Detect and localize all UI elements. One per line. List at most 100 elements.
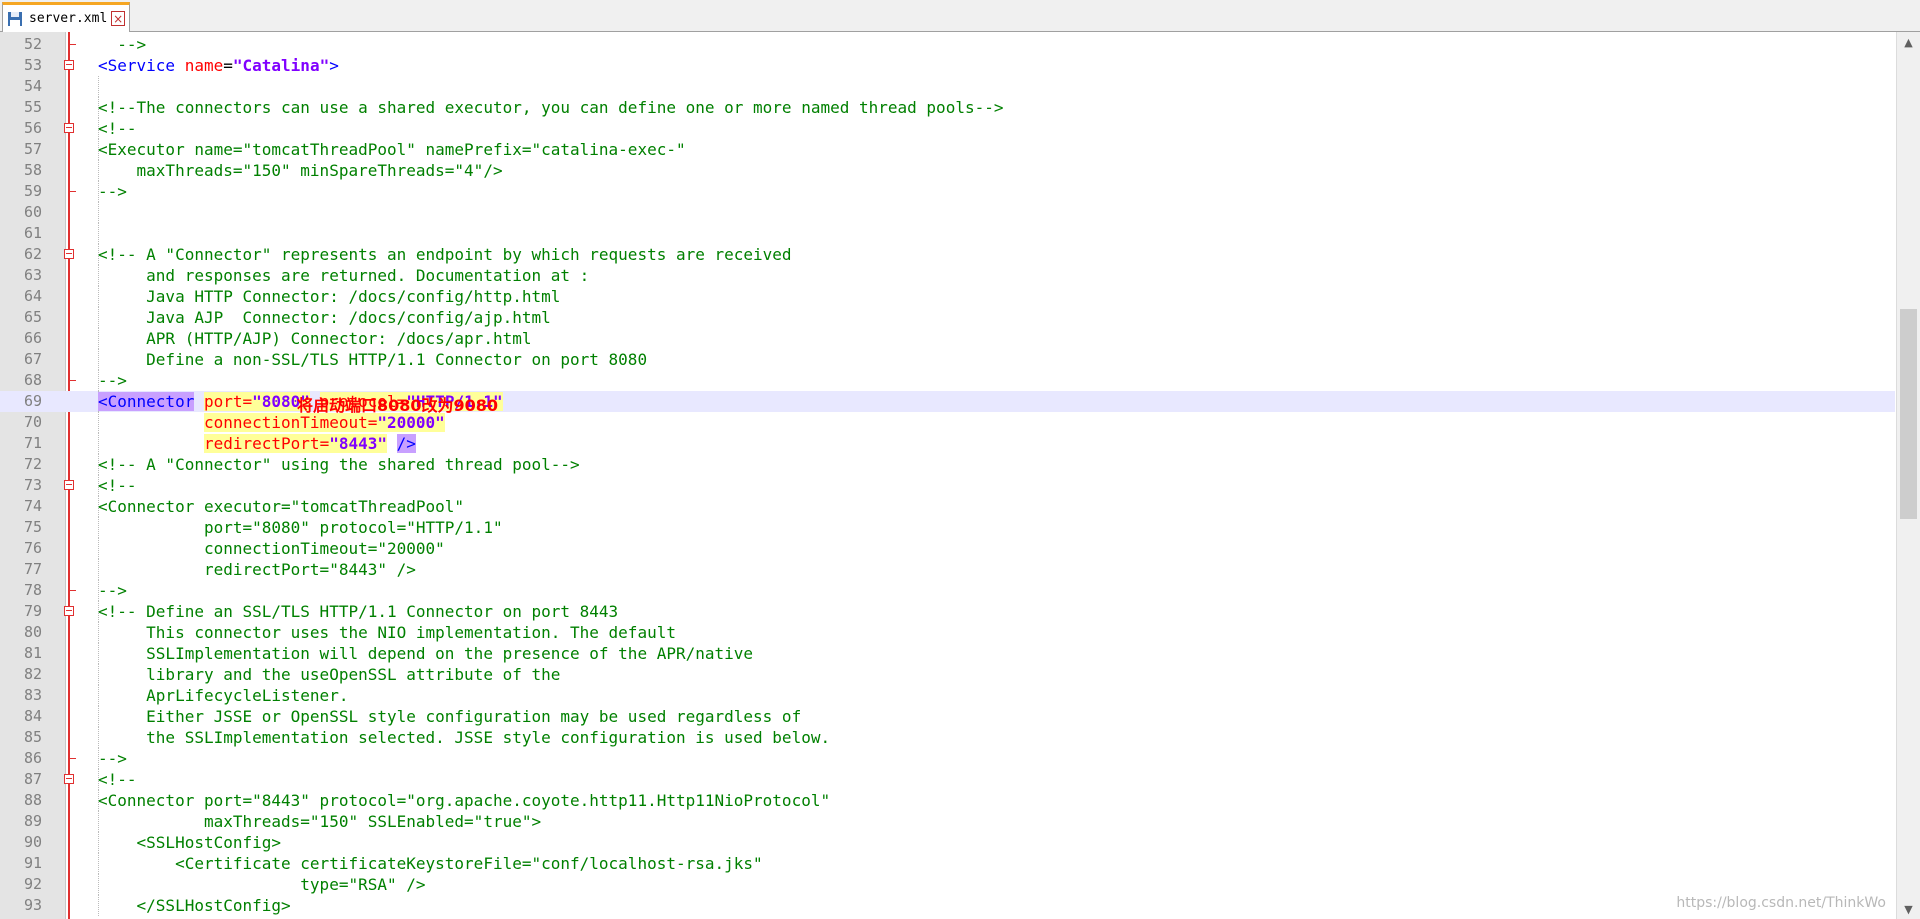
- code-line[interactable]: 63 and responses are returned. Documenta…: [0, 265, 1895, 286]
- code-line[interactable]: 57 <Executor name="tomcatThreadPool" name…: [0, 139, 1895, 160]
- line-number: 79: [23, 602, 42, 620]
- code-line[interactable]: 68 -->: [0, 370, 1895, 391]
- code-line[interactable]: 89 maxThreads="150" SSLEnabled="true">: [0, 811, 1895, 832]
- indent-guide: [98, 223, 100, 244]
- code-line[interactable]: 75 port="8080" protocol="HTTP/1.1": [0, 517, 1895, 538]
- code-line[interactable]: 93 </SSLHostConfig>: [0, 895, 1895, 916]
- tab-server-xml[interactable]: server.xml ×: [2, 2, 130, 32]
- code-line[interactable]: 62 <!-- A "Connector" represents an endpo…: [0, 244, 1895, 265]
- code-line[interactable]: 84 Either JSSE or OpenSSL style configur…: [0, 706, 1895, 727]
- line-number: 61: [23, 224, 42, 242]
- code-text: maxThreads="150" SSLEnabled="true">: [98, 811, 541, 832]
- code-token: Define a non-SSL/TLS HTTP/1.1 Connector …: [98, 350, 648, 369]
- code-line[interactable]: 83 AprLifecycleListener.: [0, 685, 1895, 706]
- line-number: 77: [23, 560, 42, 578]
- code-line[interactable]: 78 -->: [0, 580, 1895, 601]
- code-line[interactable]: 54: [0, 76, 1895, 97]
- code-line[interactable]: 88 <Connector port="8443" protocol="org.a…: [0, 790, 1895, 811]
- code-line[interactable]: 69 <Connector port="8080" protocol="HTTP/…: [0, 391, 1895, 412]
- code-line[interactable]: 74 <Connector executor="tomcatThreadPool": [0, 496, 1895, 517]
- vertical-scrollbar[interactable]: ▲ ▼: [1896, 32, 1920, 919]
- code-token: Either JSSE or OpenSSL style configurati…: [98, 707, 802, 726]
- code-text: <!-- A "Connector" represents an endpoin…: [98, 244, 792, 265]
- code-line[interactable]: 72 <!-- A "Connector" using the shared th…: [0, 454, 1895, 475]
- line-number: 53: [23, 56, 42, 74]
- code-line[interactable]: 52 -->: [0, 34, 1895, 55]
- code-token: </SSLHostConfig>: [98, 896, 291, 915]
- code-text: port="8080" protocol="HTTP/1.1": [98, 517, 503, 538]
- code-token: Java HTTP Connector: /docs/config/http.h…: [98, 287, 561, 306]
- line-number: 80: [23, 623, 42, 641]
- scroll-up-icon[interactable]: ▲: [1897, 32, 1920, 52]
- code-line[interactable]: 67 Define a non-SSL/TLS HTTP/1.1 Connect…: [0, 349, 1895, 370]
- code-lines[interactable]: 52 --> 53 <Service name="Catalina"> 54 55 <!-…: [0, 34, 1895, 916]
- fold-toggle-icon[interactable]: [64, 123, 74, 133]
- code-text: connectionTimeout="20000": [98, 538, 445, 559]
- fold-end-marker: [68, 380, 76, 381]
- code-text: <!--: [98, 118, 137, 139]
- line-number: 66: [23, 329, 42, 347]
- line-number: 90: [23, 833, 42, 851]
- code-text: Either JSSE or OpenSSL style configurati…: [98, 706, 801, 727]
- code-token: APR (HTTP/AJP) Connector: /docs/apr.html: [98, 329, 532, 348]
- code-line[interactable]: 90 <SSLHostConfig>: [0, 832, 1895, 853]
- fold-toggle-icon[interactable]: [64, 774, 74, 784]
- code-line[interactable]: 85 the SSLImplementation selected. JSSE …: [0, 727, 1895, 748]
- fold-toggle-icon[interactable]: [64, 60, 74, 70]
- code-line[interactable]: 77 redirectPort="8443" />: [0, 559, 1895, 580]
- code-token: maxThreads="150" SSLEnabled="true">: [98, 812, 542, 831]
- code-text: <!--The connectors can use a shared exec…: [98, 97, 1003, 118]
- code-token: This connector uses the NIO implementati…: [98, 623, 676, 642]
- code-line[interactable]: 87 <!--: [0, 769, 1895, 790]
- line-number: 75: [23, 518, 42, 536]
- code-token: -->: [98, 371, 127, 390]
- floppy-disk-icon: [7, 11, 23, 27]
- code-line[interactable]: 60: [0, 202, 1895, 223]
- code-line[interactable]: 92 type="RSA" />: [0, 874, 1895, 895]
- scrollbar-thumb[interactable]: [1900, 309, 1917, 519]
- scroll-down-icon[interactable]: ▼: [1897, 899, 1920, 919]
- code-token: and responses are returned. Documentatio…: [98, 266, 590, 285]
- code-line[interactable]: 86 -->: [0, 748, 1895, 769]
- code-editor[interactable]: 52 --> 53 <Service name="Catalina"> 54 55 <!-…: [0, 32, 1920, 919]
- code-text: -->: [98, 181, 127, 202]
- watermark: https://blog.csdn.net/ThinkWo: [1676, 895, 1886, 911]
- code-line[interactable]: 59 -->: [0, 181, 1895, 202]
- code-line[interactable]: 70 connectionTimeout="20000": [0, 412, 1895, 433]
- code-text: redirectPort="8443" />: [98, 433, 416, 454]
- fold-end-marker: [68, 590, 76, 591]
- code-text: <Executor name="tomcatThreadPool" namePr…: [98, 139, 686, 160]
- code-line[interactable]: 71 redirectPort="8443" />: [0, 433, 1895, 454]
- code-line[interactable]: 76 connectionTimeout="20000": [0, 538, 1895, 559]
- code-line[interactable]: 79 <!-- Define an SSL/TLS HTTP/1.1 Connec…: [0, 601, 1895, 622]
- line-number: 70: [23, 413, 42, 431]
- code-text: <!--: [98, 475, 137, 496]
- fold-toggle-icon[interactable]: [64, 606, 74, 616]
- line-number: 62: [23, 245, 42, 263]
- fold-toggle-icon[interactable]: [64, 480, 74, 490]
- code-line[interactable]: 64 Java HTTP Connector: /docs/config/htt…: [0, 286, 1895, 307]
- code-line[interactable]: 91 <Certificate certificateKeystoreFile=…: [0, 853, 1895, 874]
- code-line[interactable]: 80 This connector uses the NIO implement…: [0, 622, 1895, 643]
- code-text: <Service name="Catalina">: [98, 55, 339, 76]
- indent-guide: [98, 202, 100, 223]
- line-number: 67: [23, 350, 42, 368]
- code-token: <!--The connectors can use a shared exec…: [98, 98, 1004, 117]
- code-line[interactable]: 73 <!--: [0, 475, 1895, 496]
- code-line[interactable]: 81 SSLImplementation will depend on the …: [0, 643, 1895, 664]
- code-line[interactable]: 61: [0, 223, 1895, 244]
- line-number: 68: [23, 371, 42, 389]
- code-line[interactable]: 58 maxThreads="150" minSpareThreads="4"/…: [0, 160, 1895, 181]
- fold-toggle-icon[interactable]: [64, 249, 74, 259]
- code-line[interactable]: 66 APR (HTTP/AJP) Connector: /docs/apr.h…: [0, 328, 1895, 349]
- code-text: <Certificate certificateKeystoreFile="co…: [98, 853, 763, 874]
- code-line[interactable]: 82 library and the useOpenSSL attribute …: [0, 664, 1895, 685]
- code-text: <!-- A "Connector" using the shared thre…: [98, 454, 580, 475]
- code-line[interactable]: 65 Java AJP Connector: /docs/config/ajp.…: [0, 307, 1895, 328]
- code-line[interactable]: 56 <!--: [0, 118, 1895, 139]
- code-token: Java AJP Connector: /docs/config/ajp.htm…: [98, 308, 551, 327]
- code-line[interactable]: 53 <Service name="Catalina">: [0, 55, 1895, 76]
- close-icon[interactable]: ×: [111, 11, 125, 26]
- code-line[interactable]: 55 <!--The connectors can use a shared ex…: [0, 97, 1895, 118]
